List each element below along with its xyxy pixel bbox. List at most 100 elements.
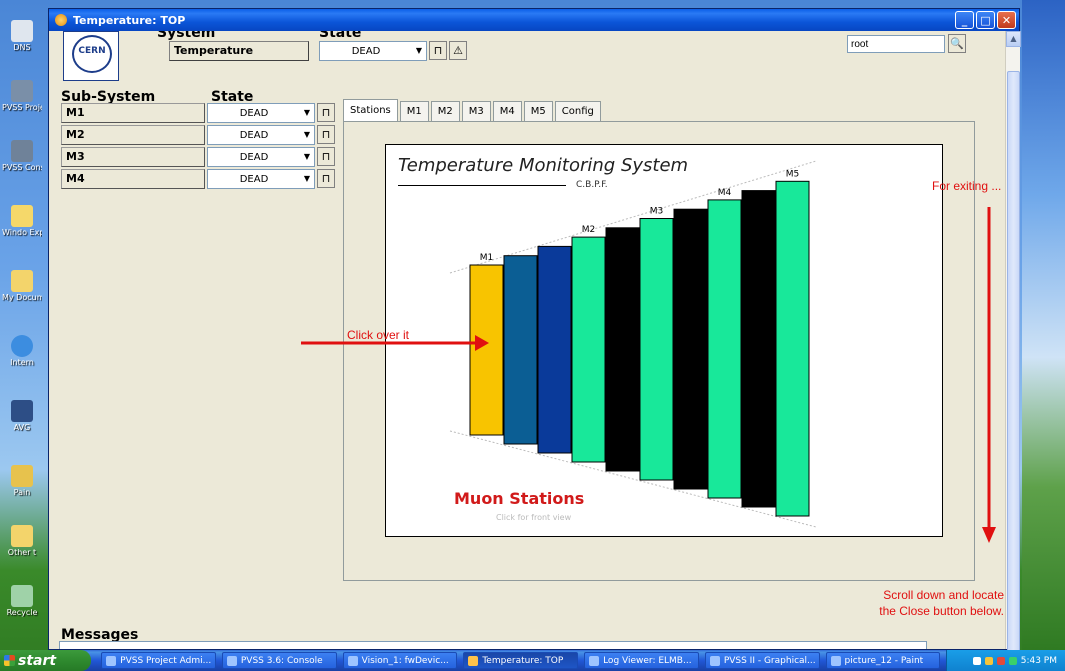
muon-stations-title[interactable]: Muon Stations — [454, 489, 584, 508]
task-paint[interactable]: picture_12 - Paint — [825, 652, 941, 669]
desktop-icon-other[interactable]: Other t — [2, 525, 42, 557]
app-icon — [55, 14, 67, 26]
window-title: Temperature: TOP — [73, 13, 186, 27]
tab-stations[interactable]: Stations — [343, 99, 398, 121]
scroll-arrow-head — [982, 527, 996, 543]
folder-icon — [11, 205, 33, 227]
task-label: Vision_1: fwDevic... — [361, 655, 449, 666]
annotation-click: Click over it — [347, 328, 410, 342]
tab-m5[interactable]: M5 — [523, 101, 553, 121]
paint-icon — [11, 465, 33, 487]
search-icon[interactable]: 🔍 — [948, 34, 966, 53]
window-icon — [709, 655, 720, 666]
desktop-icon-recycle[interactable]: Recycle — [2, 585, 42, 617]
window-icon — [106, 655, 117, 666]
lock-icon[interactable]: ⊓ — [317, 125, 335, 144]
system-state-select[interactable]: DEAD ▼ — [319, 41, 427, 61]
station-block-10[interactable] — [775, 180, 810, 517]
chevron-down-icon: ▼ — [303, 174, 311, 183]
task-temperature-top[interactable]: Temperature: TOP — [463, 652, 579, 669]
system-label: System — [157, 31, 216, 41]
station-block-4[interactable] — [571, 236, 606, 463]
tab-m3[interactable]: M3 — [461, 101, 491, 121]
lock-icon[interactable]: ⊓ — [317, 147, 335, 166]
subsystem-m3-state[interactable]: DEAD ▼ — [207, 147, 315, 167]
subsystem-m2-state[interactable]: DEAD ▼ — [207, 125, 315, 145]
desktop-icon-pvss-console[interactable]: PVSS Cons — [2, 140, 42, 172]
task-pvss-console[interactable]: PVSS 3.6: Console — [221, 652, 337, 669]
ie-icon — [11, 335, 33, 357]
chevron-down-icon: ▼ — [303, 130, 311, 139]
station-block-5[interactable] — [605, 227, 640, 472]
desktop-icon-my-documents[interactable]: My Docum — [2, 270, 42, 302]
desktop-icon-dns[interactable]: DNS — [2, 20, 42, 52]
maximize-button[interactable]: □ — [976, 11, 995, 29]
station-block-8[interactable] — [707, 199, 742, 499]
warning-icon[interactable]: ⚠ — [449, 41, 467, 60]
system-state-value: DEAD — [351, 45, 381, 57]
tray-help-icon[interactable] — [972, 656, 981, 665]
start-button[interactable]: start — [0, 650, 92, 671]
window-icon — [226, 655, 237, 666]
window-icon — [830, 655, 841, 666]
window-icon — [589, 655, 600, 666]
clock: 5:43 PM — [1020, 655, 1057, 666]
tab-m2[interactable]: M2 — [430, 101, 460, 121]
scroll-thumb[interactable] — [1007, 71, 1020, 661]
subsystem-m2: M2 — [61, 125, 205, 145]
desktop-wallpaper — [1022, 0, 1065, 650]
station-block-9[interactable] — [741, 190, 776, 508]
tray-network-icon[interactable] — [984, 656, 993, 665]
desktop-icon-internet[interactable]: Intern — [2, 335, 42, 367]
close-button[interactable]: ✕ — [997, 11, 1016, 29]
desktop-icons: DNS PVSS Project PVSS Cons Windo Explo M… — [0, 0, 44, 650]
lock-icon[interactable]: ⊓ — [317, 169, 335, 188]
state-value: DEAD — [239, 107, 269, 119]
desktop-icon-explorer[interactable]: Windo Explo — [2, 205, 42, 237]
state-label: State — [319, 31, 362, 41]
messages-box[interactable] — [59, 641, 927, 649]
tab-config[interactable]: Config — [554, 101, 601, 121]
subsystem-m1: M1 — [61, 103, 205, 123]
chevron-down-icon: ▼ — [303, 152, 311, 161]
task-log-viewer[interactable]: Log Viewer: ELMB... — [584, 652, 699, 669]
tray-volume-icon[interactable] — [1008, 656, 1017, 665]
tab-m1[interactable]: M1 — [399, 101, 429, 121]
station-block-3[interactable] — [537, 245, 572, 454]
station-label-m1: M1 — [480, 253, 494, 263]
pvss-icon — [11, 140, 33, 162]
annotation-scroll: Scroll down and locate the Close button … — [826, 587, 1004, 619]
station-block-6[interactable] — [639, 218, 674, 481]
tray-security-icon[interactable] — [996, 656, 1005, 665]
subsystem-m1-state[interactable]: DEAD ▼ — [207, 103, 315, 123]
recycle-bin-icon — [11, 585, 33, 607]
vertical-scrollbar[interactable]: ▲ — [1005, 31, 1021, 661]
station-block-2[interactable] — [503, 255, 538, 445]
lock-icon[interactable]: ⊓ — [429, 41, 447, 60]
desktop-icon-paint[interactable]: Pain — [2, 465, 42, 497]
task-pvss-project-admin[interactable]: PVSS Project Admi... — [101, 652, 216, 669]
subsystem-m4-state[interactable]: DEAD ▼ — [207, 169, 315, 189]
station-block-7[interactable] — [673, 208, 708, 490]
minimize-button[interactable]: _ — [955, 11, 974, 29]
task-label: Log Viewer: ELMB... — [603, 655, 692, 666]
cern-logo-text: CERN — [78, 46, 106, 56]
station-label-m4: M4 — [718, 188, 732, 198]
annotation-scroll-line2: the Close button below. — [879, 604, 1004, 618]
task-pvss-graphical[interactable]: PVSS II - Graphical... — [704, 652, 820, 669]
user-field[interactable] — [847, 35, 945, 53]
panel-client: CERN System State Temperature DEAD ▼ ⊓ ⚠… — [49, 31, 1005, 649]
computer-icon — [11, 20, 33, 42]
station-block-1[interactable] — [469, 264, 504, 436]
desktop-icon-pvss-project[interactable]: PVSS Project — [2, 80, 42, 112]
scroll-up-icon[interactable]: ▲ — [1006, 31, 1021, 47]
lock-icon[interactable]: ⊓ — [317, 103, 335, 122]
task-vision[interactable]: Vision_1: fwDevic... — [342, 652, 458, 669]
tab-m4[interactable]: M4 — [492, 101, 522, 121]
title-bar[interactable]: Temperature: TOP _ □ ✕ — [49, 9, 1019, 31]
system-tray: 5:43 PM — [946, 650, 1065, 671]
desktop-icon-avg[interactable]: AVG — [2, 400, 42, 432]
state-value: DEAD — [239, 129, 269, 141]
station-label-m3: M3 — [650, 207, 664, 217]
window-controls: _ □ ✕ — [955, 11, 1016, 29]
